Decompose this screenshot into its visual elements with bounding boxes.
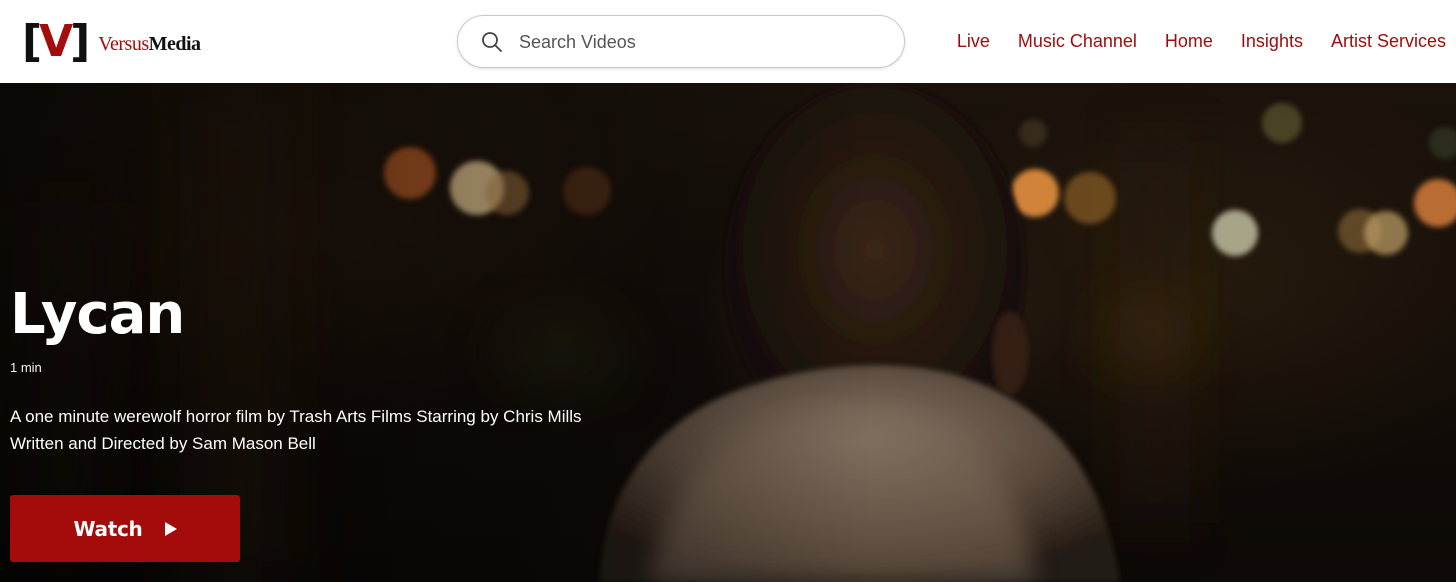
video-title: Lycan [10, 282, 185, 347]
description-line: Written and Directed by Sam Mason Bell [10, 434, 316, 453]
nav-live[interactable]: Live [957, 28, 990, 54]
search-bar[interactable] [457, 15, 905, 68]
video-duration: 1 min [10, 360, 42, 375]
search-icon[interactable] [480, 30, 504, 54]
site-header: [V] VersusMedia Live Music Channel Home … [0, 0, 1456, 83]
watch-button-label: Watch [73, 516, 143, 541]
description-line: A one minute werewolf horror film by Tra… [10, 407, 582, 426]
nav-insights[interactable]: Insights [1241, 28, 1303, 54]
nav-home[interactable]: Home [1165, 28, 1213, 54]
logo-wordmark: VersusMedia [98, 32, 201, 55]
nav-artist-services[interactable]: Artist Services [1331, 28, 1446, 54]
watch-button[interactable]: Watch [10, 495, 240, 562]
logo-mark: [V] [22, 16, 90, 67]
versusmedia-logo[interactable]: [V] VersusMedia [22, 20, 201, 64]
video-description: A one minute werewolf horror film by Tra… [10, 403, 630, 457]
search-input[interactable] [517, 26, 887, 58]
main-nav: Live Music Channel Home Insights Artist … [929, 28, 1446, 54]
hero-banner: Lycan 1 min A one minute werewolf horror… [0, 83, 1456, 582]
nav-music-channel[interactable]: Music Channel [1018, 28, 1137, 54]
play-icon [164, 521, 177, 536]
